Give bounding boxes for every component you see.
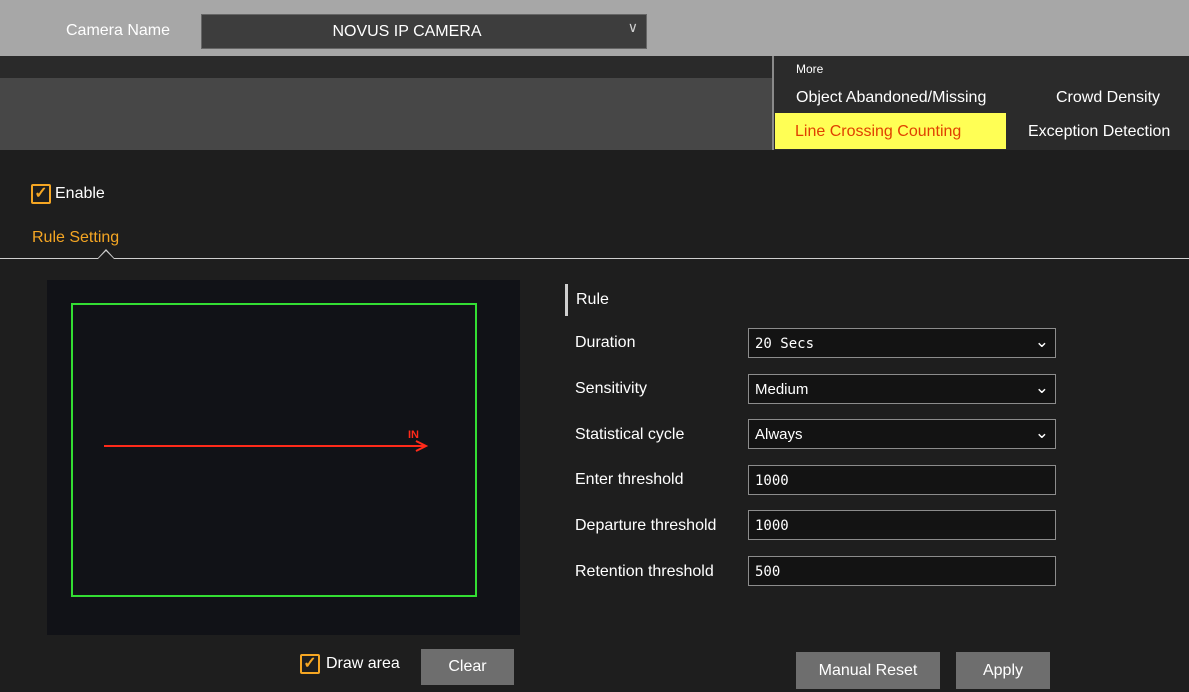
statistical-cycle-select[interactable]: Always ⌄	[748, 419, 1056, 449]
apply-button[interactable]: Apply	[956, 652, 1050, 689]
camera-name-select[interactable]: NOVUS IP CAMERA ∨	[201, 14, 647, 49]
enter-threshold-value: 1000	[755, 473, 789, 489]
crossing-direction-label: IN	[408, 429, 419, 441]
manual-reset-button[interactable]: Manual Reset	[796, 652, 940, 689]
chevron-down-icon: ⌄	[1034, 423, 1049, 442]
departure-threshold-input[interactable]: 1000	[748, 510, 1056, 540]
retention-threshold-label: Retention threshold	[575, 563, 714, 580]
duration-select[interactable]: 20 Secs ⌄	[748, 328, 1056, 358]
departure-threshold-label: Departure threshold	[575, 517, 717, 534]
active-tab-pointer-fill	[98, 251, 114, 259]
rule-heading: Rule	[565, 284, 609, 316]
retention-threshold-value: 500	[755, 564, 781, 580]
section-divider	[0, 258, 1189, 259]
retention-threshold-input[interactable]: 500	[748, 556, 1056, 586]
enter-threshold-input[interactable]: 1000	[748, 465, 1056, 495]
more-label: More	[796, 62, 824, 76]
enable-label: Enable	[55, 185, 105, 202]
sensitivity-value: Medium	[755, 381, 809, 398]
camera-name-value: NOVUS IP CAMERA	[332, 23, 482, 40]
camera-bar: Camera Name NOVUS IP CAMERA ∨	[0, 0, 1189, 56]
sensitivity-select[interactable]: Medium ⌄	[748, 374, 1056, 404]
departure-threshold-value: 1000	[755, 518, 789, 534]
tab-exception-detection[interactable]: Exception Detection	[1028, 123, 1170, 141]
statistical-cycle-label: Statistical cycle	[575, 426, 685, 443]
statistical-cycle-value: Always	[755, 426, 803, 443]
tab-object-abandoned-missing[interactable]: Object Abandoned/Missing	[796, 89, 986, 107]
tab-line-crossing-counting[interactable]: Line Crossing Counting	[775, 113, 1006, 149]
draw-area-checkbox[interactable]: ✓ Draw area	[300, 654, 400, 674]
more-tabs-panel: More Object Abandoned/Missing Crowd Dens…	[772, 56, 1189, 150]
tab-rule-setting[interactable]: Rule Setting	[32, 229, 119, 247]
clear-button[interactable]: Clear	[421, 649, 514, 685]
duration-value: 20 Secs	[755, 336, 815, 352]
enable-checkbox[interactable]: ✓ Enable	[31, 184, 105, 204]
checkmark-icon: ✓	[31, 184, 51, 204]
camera-preview[interactable]: IN	[47, 280, 520, 635]
draw-area-label: Draw area	[326, 655, 400, 672]
camera-name-label: Camera Name	[66, 22, 171, 39]
duration-label: Duration	[575, 334, 636, 351]
chevron-down-icon: ⌄	[1034, 332, 1049, 351]
tab-crowd-density[interactable]: Crowd Density	[1056, 89, 1160, 107]
chevron-down-icon: ∨	[627, 19, 638, 35]
enter-threshold-label: Enter threshold	[575, 471, 684, 488]
sensitivity-label: Sensitivity	[575, 380, 648, 397]
chevron-down-icon: ⌄	[1034, 378, 1049, 397]
checkmark-icon: ✓	[300, 654, 320, 674]
